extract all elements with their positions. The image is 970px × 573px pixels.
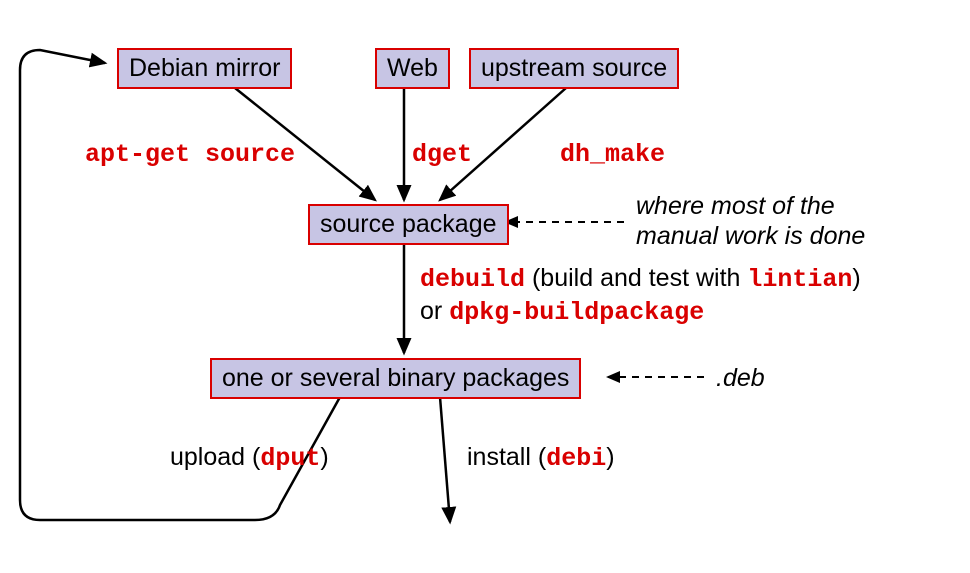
node-source-package: source package bbox=[308, 204, 509, 245]
edge-apt-get-source: apt-get source bbox=[85, 140, 295, 169]
node-label: Web bbox=[387, 54, 438, 82]
node-label: one or several binary packages bbox=[222, 364, 569, 392]
node-label: Debian mirror bbox=[129, 54, 280, 82]
annotation-manual-work-line2: manual work is done bbox=[636, 222, 865, 251]
annotation-deb: .deb bbox=[716, 364, 765, 393]
node-label: upstream source bbox=[481, 54, 667, 82]
node-debian-mirror: Debian mirror bbox=[117, 48, 292, 89]
edge-install: install (debi) bbox=[467, 443, 615, 473]
edge-dget: dget bbox=[412, 140, 472, 169]
edge-dpkg-line: or dpkg-buildpackage bbox=[420, 297, 704, 327]
node-web: Web bbox=[375, 48, 450, 89]
edge-upload: upload (dput) bbox=[170, 443, 329, 473]
node-label: source package bbox=[320, 210, 497, 238]
annotation-manual-work: where most of the bbox=[636, 192, 835, 221]
node-upstream-source: upstream source bbox=[469, 48, 679, 89]
edge-debuild-line: debuild (build and test with lintian) bbox=[420, 264, 861, 294]
edge-dh-make: dh_make bbox=[560, 140, 665, 169]
node-binary-packages: one or several binary packages bbox=[210, 358, 581, 399]
